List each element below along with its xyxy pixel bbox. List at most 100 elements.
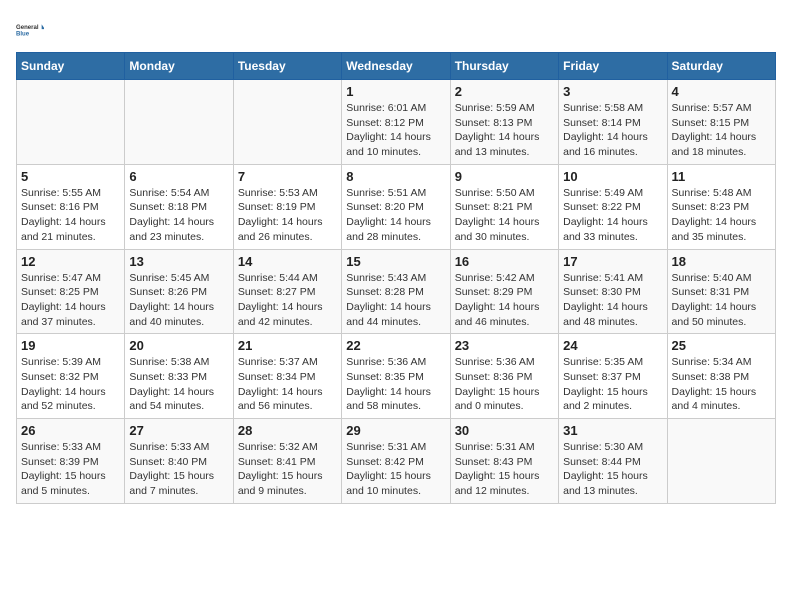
day-number: 20 <box>129 338 228 353</box>
day-number: 3 <box>563 84 662 99</box>
day-info: Sunrise: 5:59 AM Sunset: 8:13 PM Dayligh… <box>455 101 554 160</box>
day-info: Sunrise: 5:49 AM Sunset: 8:22 PM Dayligh… <box>563 186 662 245</box>
day-info: Sunrise: 5:33 AM Sunset: 8:39 PM Dayligh… <box>21 440 120 499</box>
day-number: 1 <box>346 84 445 99</box>
day-info: Sunrise: 5:50 AM Sunset: 8:21 PM Dayligh… <box>455 186 554 245</box>
day-info: Sunrise: 5:53 AM Sunset: 8:19 PM Dayligh… <box>238 186 337 245</box>
day-number: 28 <box>238 423 337 438</box>
calendar-cell: 26 Sunrise: 5:33 AM Sunset: 8:39 PM Dayli… <box>17 419 125 504</box>
day-info: Sunrise: 5:48 AM Sunset: 8:23 PM Dayligh… <box>672 186 771 245</box>
day-header-wednesday: Wednesday <box>342 53 450 80</box>
day-number: 29 <box>346 423 445 438</box>
day-number: 31 <box>563 423 662 438</box>
day-info: Sunrise: 5:31 AM Sunset: 8:42 PM Dayligh… <box>346 440 445 499</box>
day-header-thursday: Thursday <box>450 53 558 80</box>
calendar-cell: 31 Sunrise: 5:30 AM Sunset: 8:44 PM Dayli… <box>559 419 667 504</box>
day-info: Sunrise: 5:31 AM Sunset: 8:43 PM Dayligh… <box>455 440 554 499</box>
day-info: Sunrise: 5:51 AM Sunset: 8:20 PM Dayligh… <box>346 186 445 245</box>
calendar-cell: 24Sunrise: 5:35 AM Sunset: 8:37 PM Dayli… <box>559 334 667 419</box>
calendar-week-2: 5 Sunrise: 5:55 AM Sunset: 8:16 PM Daylig… <box>17 164 776 249</box>
calendar-cell: 22Sunrise: 5:36 AM Sunset: 8:35 PM Dayli… <box>342 334 450 419</box>
day-number: 6 <box>129 169 228 184</box>
day-info: Sunrise: 5:34 AM Sunset: 8:38 PM Dayligh… <box>672 355 771 414</box>
day-info: Sunrise: 5:58 AM Sunset: 8:14 PM Dayligh… <box>563 101 662 160</box>
day-info: Sunrise: 5:42 AM Sunset: 8:29 PM Dayligh… <box>455 271 554 330</box>
calendar-cell: 29 Sunrise: 5:31 AM Sunset: 8:42 PM Dayli… <box>342 419 450 504</box>
calendar-cell: 13 Sunrise: 5:45 AM Sunset: 8:26 PM Dayli… <box>125 249 233 334</box>
calendar-week-3: 12 Sunrise: 5:47 AM Sunset: 8:25 PM Dayli… <box>17 249 776 334</box>
calendar-cell: 6 Sunrise: 5:54 AM Sunset: 8:18 PM Daylig… <box>125 164 233 249</box>
calendar-cell: 23Sunrise: 5:36 AM Sunset: 8:36 PM Dayli… <box>450 334 558 419</box>
day-info: Sunrise: 5:38 AM Sunset: 8:33 PM Dayligh… <box>129 355 228 414</box>
logo-icon: General Blue <box>16 16 44 44</box>
day-number: 16 <box>455 254 554 269</box>
day-number: 13 <box>129 254 228 269</box>
calendar-cell: 25 Sunrise: 5:34 AM Sunset: 8:38 PM Dayli… <box>667 334 775 419</box>
day-number: 18 <box>672 254 771 269</box>
calendar-cell: 8 Sunrise: 5:51 AM Sunset: 8:20 PM Daylig… <box>342 164 450 249</box>
calendar-cell: 5 Sunrise: 5:55 AM Sunset: 8:16 PM Daylig… <box>17 164 125 249</box>
calendar-cell: 9 Sunrise: 5:50 AM Sunset: 8:21 PM Daylig… <box>450 164 558 249</box>
svg-text:Blue: Blue <box>16 32 30 38</box>
day-header-tuesday: Tuesday <box>233 53 341 80</box>
day-number: 2 <box>455 84 554 99</box>
calendar-cell: 4Sunrise: 5:57 AM Sunset: 8:15 PM Daylig… <box>667 80 775 165</box>
calendar-cell <box>17 80 125 165</box>
day-info: Sunrise: 5:30 AM Sunset: 8:44 PM Dayligh… <box>563 440 662 499</box>
calendar-cell: 30 Sunrise: 5:31 AM Sunset: 8:43 PM Dayli… <box>450 419 558 504</box>
calendar-cell: 16 Sunrise: 5:42 AM Sunset: 8:29 PM Dayli… <box>450 249 558 334</box>
day-number: 9 <box>455 169 554 184</box>
day-number: 4 <box>672 84 771 99</box>
day-number: 22 <box>346 338 445 353</box>
day-info: Sunrise: 5:47 AM Sunset: 8:25 PM Dayligh… <box>21 271 120 330</box>
day-number: 5 <box>21 169 120 184</box>
page-header: General Blue <box>16 16 776 44</box>
calendar-cell: 21Sunrise: 5:37 AM Sunset: 8:34 PM Dayli… <box>233 334 341 419</box>
day-number: 11 <box>672 169 771 184</box>
day-info: Sunrise: 5:41 AM Sunset: 8:30 PM Dayligh… <box>563 271 662 330</box>
calendar-cell: 3 Sunrise: 5:58 AM Sunset: 8:14 PM Daylig… <box>559 80 667 165</box>
day-number: 12 <box>21 254 120 269</box>
calendar-cell: 11 Sunrise: 5:48 AM Sunset: 8:23 PM Dayli… <box>667 164 775 249</box>
calendar-cell: 19 Sunrise: 5:39 AM Sunset: 8:32 PM Dayli… <box>17 334 125 419</box>
logo: General Blue <box>16 16 48 44</box>
day-number: 27 <box>129 423 228 438</box>
day-info: Sunrise: 5:36 AM Sunset: 8:36 PM Dayligh… <box>455 355 554 414</box>
day-number: 21 <box>238 338 337 353</box>
calendar-cell <box>233 80 341 165</box>
day-header-friday: Friday <box>559 53 667 80</box>
calendar-cell: 10 Sunrise: 5:49 AM Sunset: 8:22 PM Dayli… <box>559 164 667 249</box>
calendar-week-4: 19 Sunrise: 5:39 AM Sunset: 8:32 PM Dayli… <box>17 334 776 419</box>
day-number: 7 <box>238 169 337 184</box>
day-number: 17 <box>563 254 662 269</box>
day-info: Sunrise: 5:55 AM Sunset: 8:16 PM Dayligh… <box>21 186 120 245</box>
calendar-cell: 7 Sunrise: 5:53 AM Sunset: 8:19 PM Daylig… <box>233 164 341 249</box>
day-number: 26 <box>21 423 120 438</box>
calendar-cell: 1 Sunrise: 6:01 AM Sunset: 8:12 PM Daylig… <box>342 80 450 165</box>
day-info: Sunrise: 6:01 AM Sunset: 8:12 PM Dayligh… <box>346 101 445 160</box>
day-info: Sunrise: 5:40 AM Sunset: 8:31 PM Dayligh… <box>672 271 771 330</box>
day-number: 25 <box>672 338 771 353</box>
calendar-cell: 14 Sunrise: 5:44 AM Sunset: 8:27 PM Dayli… <box>233 249 341 334</box>
calendar-cell: 15 Sunrise: 5:43 AM Sunset: 8:28 PM Dayli… <box>342 249 450 334</box>
calendar-cell: 27Sunrise: 5:33 AM Sunset: 8:40 PM Dayli… <box>125 419 233 504</box>
day-info: Sunrise: 5:45 AM Sunset: 8:26 PM Dayligh… <box>129 271 228 330</box>
day-number: 10 <box>563 169 662 184</box>
day-number: 30 <box>455 423 554 438</box>
day-number: 19 <box>21 338 120 353</box>
calendar-cell: 17 Sunrise: 5:41 AM Sunset: 8:30 PM Dayli… <box>559 249 667 334</box>
day-number: 15 <box>346 254 445 269</box>
day-number: 24 <box>563 338 662 353</box>
calendar-week-5: 26 Sunrise: 5:33 AM Sunset: 8:39 PM Dayli… <box>17 419 776 504</box>
calendar-cell: 18 Sunrise: 5:40 AM Sunset: 8:31 PM Dayli… <box>667 249 775 334</box>
day-info: Sunrise: 5:43 AM Sunset: 8:28 PM Dayligh… <box>346 271 445 330</box>
day-number: 8 <box>346 169 445 184</box>
calendar-cell: 20 Sunrise: 5:38 AM Sunset: 8:33 PM Dayli… <box>125 334 233 419</box>
calendar-cell <box>125 80 233 165</box>
day-header-sunday: Sunday <box>17 53 125 80</box>
calendar-cell: 2 Sunrise: 5:59 AM Sunset: 8:13 PM Daylig… <box>450 80 558 165</box>
day-number: 14 <box>238 254 337 269</box>
day-info: Sunrise: 5:54 AM Sunset: 8:18 PM Dayligh… <box>129 186 228 245</box>
day-info: Sunrise: 5:44 AM Sunset: 8:27 PM Dayligh… <box>238 271 337 330</box>
day-info: Sunrise: 5:39 AM Sunset: 8:32 PM Dayligh… <box>21 355 120 414</box>
